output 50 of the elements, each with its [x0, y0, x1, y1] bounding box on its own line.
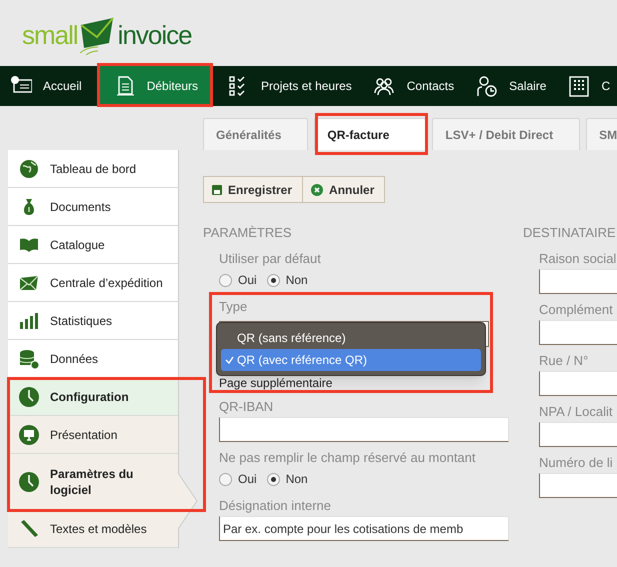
field-label: QR-IBAN [219, 398, 274, 416]
cancel-icon [311, 184, 324, 196]
radio-label: Oui [238, 471, 257, 488]
field-label: Ne pas remplir le champ réservé au montant [219, 449, 477, 467]
section-heading: PARAMÈTRES [203, 224, 293, 242]
menu-option[interactable]: QR (avec référence QR) [221, 349, 481, 371]
field-label: Type [219, 298, 248, 316]
pen-icon [18, 518, 40, 540]
nav-item[interactable]: Salaire [472, 66, 548, 106]
radio-button[interactable] [219, 274, 232, 286]
database-icon [18, 348, 40, 370]
nav-item[interactable]: Contacts [370, 66, 456, 106]
radio-button[interactable] [266, 472, 280, 486]
tab[interactable]: LSV+ / Debit Direct [432, 118, 580, 150]
nav-item[interactable]: Accueil [6, 66, 84, 106]
clock-icon [18, 470, 40, 492]
nav-item[interactable]: Débiteurs [100, 66, 210, 106]
logo-text: invoice [118, 18, 192, 52]
field-label: Rue / N° [539, 352, 590, 370]
sidebar-item[interactable]: Configuration [8, 378, 178, 416]
tab[interactable]: Généralités [203, 118, 308, 150]
field-label: Numéro de li [539, 454, 614, 472]
save-button[interactable]: Enregistrer [203, 176, 304, 203]
nav-item[interactable]: C [564, 66, 612, 106]
sidebar-item[interactable]: Présentation [8, 416, 178, 454]
save-icon [212, 184, 222, 194]
globe-icon [18, 158, 40, 180]
field-label: Désignation interne [219, 497, 332, 515]
field-label: Utiliser par défaut [219, 250, 322, 268]
field-label: Complément [539, 301, 614, 319]
monitor-icon [18, 424, 40, 446]
radio-button[interactable] [266, 274, 280, 286]
section-heading: DESTINATAIRE [523, 224, 617, 242]
menu-option[interactable]: QR (sans référence) [221, 327, 481, 349]
field-label: NPA / Localit [539, 403, 614, 421]
radio-label: Oui [238, 272, 257, 289]
cancel-button[interactable]: Annuler [303, 176, 386, 203]
tab[interactable]: QR-facture [314, 118, 426, 150]
input-field[interactable]: Par ex. compte pour les cotisations de memb [219, 516, 509, 541]
radio-button[interactable] [219, 472, 232, 486]
clock-icon [18, 386, 40, 408]
option-text: Page supplémentaire [219, 375, 334, 391]
check-icon [225, 356, 234, 364]
nav-item[interactable]: Projets et heures [224, 66, 354, 106]
tab[interactable]: SM [586, 118, 617, 150]
input-field[interactable] [219, 417, 509, 442]
logo-text: small [22, 18, 78, 52]
radio-label: Non [286, 471, 308, 488]
field-label: Raison social [539, 250, 617, 268]
radio-label: Non [286, 272, 308, 289]
